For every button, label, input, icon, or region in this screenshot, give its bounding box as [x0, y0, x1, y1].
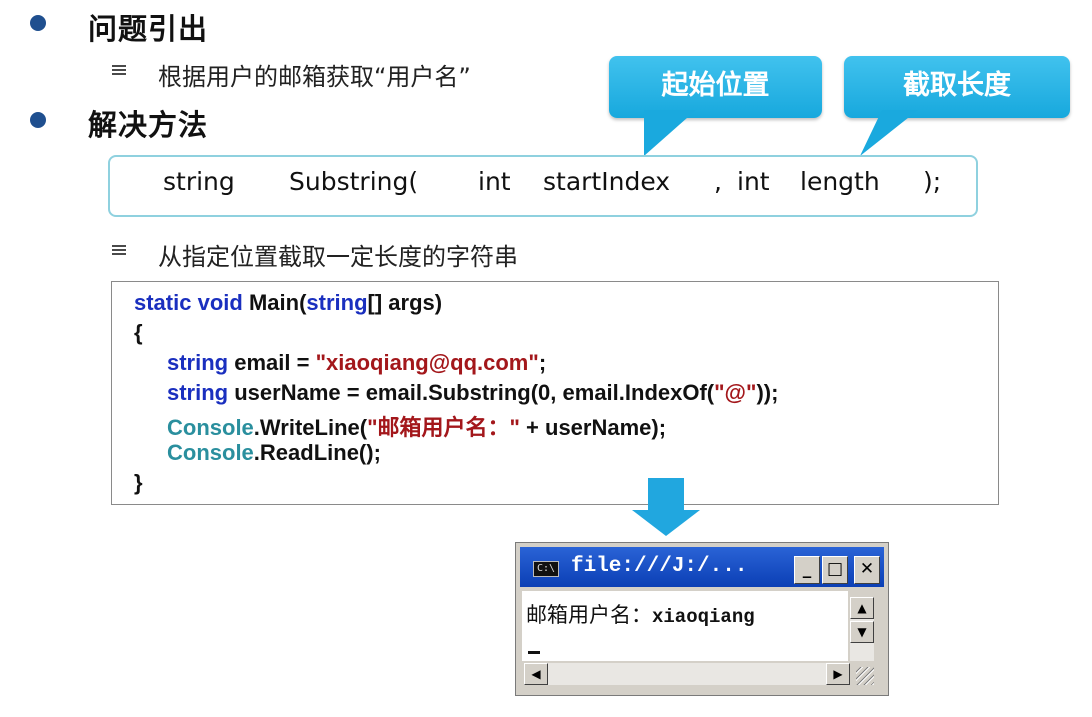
- callout-length-pointer: [860, 110, 918, 156]
- callout-start-index: 起始位置: [609, 56, 822, 118]
- code-line-4: string userName = email.Substring(0, ema…: [167, 380, 778, 406]
- console-titlebar[interactable]: C:\ file:///J:/... _ □ ✕: [520, 547, 884, 587]
- bullet-text-solution: 从指定位置截取一定长度的字符串: [158, 243, 518, 271]
- sig-comma: ,: [714, 167, 722, 196]
- code-line-6: Console.ReadLine();: [167, 440, 381, 466]
- scroll-left-button[interactable]: ◀: [524, 663, 548, 685]
- code-text: ));: [756, 380, 779, 405]
- bullet-dot: [30, 112, 46, 128]
- sig-end: );: [923, 167, 942, 196]
- code-text: ;: [538, 350, 547, 375]
- code-text: userName = email.Substring(0, email.Inde…: [228, 380, 715, 405]
- code-text: .WriteLine(: [253, 415, 368, 440]
- maximize-button[interactable]: □: [822, 556, 848, 584]
- heading-solution: 解决方法: [88, 108, 209, 142]
- code-keyword: string: [167, 350, 229, 375]
- heading-problem: 问题引出: [88, 12, 209, 46]
- output-label: 邮箱用户名：: [526, 603, 652, 627]
- down-arrow-icon: [648, 478, 684, 510]
- output-value: xiaoqiang: [652, 606, 755, 628]
- code-line-3: string email = "xiaoqiang@qq.com";: [167, 350, 546, 376]
- callout-length: 截取长度: [844, 56, 1070, 118]
- down-arrow-head: [632, 510, 700, 536]
- code-block: static void Main(string[] args) { string…: [111, 281, 999, 505]
- console-title: file:///J:/...: [571, 555, 748, 578]
- code-line-7: }: [134, 470, 143, 495]
- callout-start-pointer: [644, 110, 696, 156]
- code-text: + userName);: [519, 415, 667, 440]
- code-line-5: Console.WriteLine("邮箱用户名：" + userName);: [167, 410, 666, 442]
- code-text: [] args): [367, 290, 443, 315]
- code-line-1: static void Main(string[] args): [134, 290, 442, 316]
- sig-param1-type: int: [478, 167, 511, 196]
- sig-method-name: Substring(: [289, 167, 419, 196]
- code-keyword: void: [197, 290, 243, 315]
- code-string: "邮箱用户名：": [367, 415, 520, 440]
- callout-length-label: 截取长度: [903, 70, 1011, 101]
- sig-param2-name: length: [800, 167, 880, 196]
- text-cursor: [528, 651, 540, 654]
- code-line-2: {: [134, 320, 143, 345]
- scroll-up-button[interactable]: ▲: [850, 597, 874, 619]
- scroll-down-button[interactable]: ▼: [850, 621, 874, 643]
- code-string: "xiaoqiang@qq.com": [315, 350, 539, 375]
- sig-param1-name: startIndex: [543, 167, 671, 196]
- code-text: .ReadLine();: [253, 440, 381, 465]
- code-keyword: string: [167, 380, 229, 405]
- console-app-icon[interactable]: C:\: [533, 561, 559, 577]
- resize-grip[interactable]: [856, 667, 874, 685]
- code-keyword: static: [134, 290, 192, 315]
- horizontal-scrollbar[interactable]: ◀ ▶: [524, 663, 850, 685]
- console-output-line: 邮箱用户名：xiaoqiang: [526, 599, 755, 629]
- bullet-dot: [30, 15, 46, 31]
- scroll-right-button[interactable]: ▶: [826, 663, 850, 685]
- code-text: Main(: [248, 290, 307, 315]
- close-button[interactable]: ✕: [854, 556, 880, 584]
- sig-return-type: string: [163, 167, 235, 196]
- sig-param2-type: int: [737, 167, 770, 196]
- minimize-button[interactable]: _: [794, 556, 820, 584]
- console-window: C:\ file:///J:/... _ □ ✕ 邮箱用户名：xiaoqiang…: [515, 542, 889, 696]
- list-bullet-icon: [112, 244, 126, 260]
- vertical-scrollbar[interactable]: ▲ ▼: [850, 597, 874, 661]
- code-class: Console: [167, 440, 254, 465]
- console-output-area[interactable]: 邮箱用户名：xiaoqiang: [522, 591, 848, 661]
- code-text: email =: [228, 350, 316, 375]
- bullet-text-problem: 根据用户的邮箱获取“用户名”: [158, 63, 471, 91]
- list-bullet-icon: [112, 64, 126, 80]
- callout-start-label: 起始位置: [661, 70, 770, 101]
- code-class: Console: [167, 415, 254, 440]
- code-keyword: string: [306, 290, 368, 315]
- code-string: "@": [714, 380, 757, 405]
